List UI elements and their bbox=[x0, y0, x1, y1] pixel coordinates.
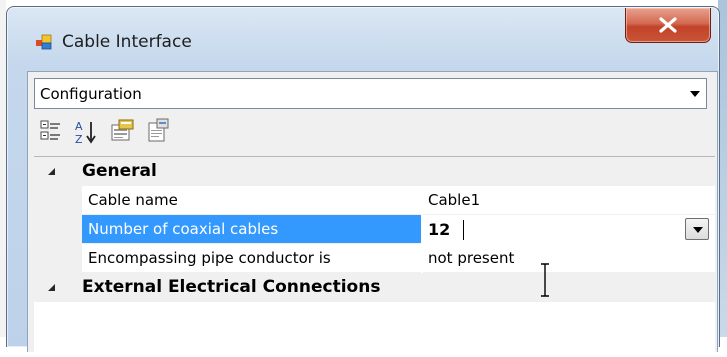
property-name: Cable name bbox=[82, 186, 421, 215]
window-title: Cable Interface bbox=[62, 32, 192, 52]
property-row-cable-name[interactable]: Cable name Cable1 bbox=[34, 186, 715, 215]
collapse-triangle-icon[interactable] bbox=[48, 168, 55, 175]
object-selector-dropdown[interactable]: Configuration bbox=[34, 78, 707, 109]
close-button[interactable] bbox=[625, 8, 711, 43]
property-name: Number of coaxial cables bbox=[82, 215, 421, 244]
property-value[interactable]: Cable1 bbox=[423, 186, 715, 215]
chevron-down-icon bbox=[693, 227, 703, 233]
categorized-button[interactable] bbox=[40, 118, 66, 148]
collapse-triangle-icon[interactable] bbox=[48, 284, 55, 291]
sort-alphabetical-button[interactable]: A Z bbox=[74, 118, 100, 148]
property-value[interactable]: not present bbox=[423, 244, 715, 273]
chevron-down-icon bbox=[690, 91, 700, 97]
properties-icon bbox=[111, 119, 134, 141]
svg-text:A: A bbox=[75, 120, 83, 133]
cable-interface-window: Cable Interface Configuration A Z Genera… bbox=[6, 6, 720, 357]
app-icon bbox=[36, 34, 52, 50]
property-grid-toolbar: A Z bbox=[40, 118, 340, 150]
property-pages-button[interactable] bbox=[146, 118, 172, 148]
client-area: Configuration A Z General Cable name Cab… bbox=[27, 71, 718, 357]
row-gutter bbox=[34, 215, 82, 244]
property-row-encompassing-pipe-conductor[interactable]: Encompassing pipe conductor is not prese… bbox=[34, 244, 715, 273]
property-name: Encompassing pipe conductor is bbox=[82, 244, 421, 273]
close-icon bbox=[659, 17, 677, 33]
property-grid: General Cable name Cable1 Number of coax… bbox=[34, 156, 715, 357]
sort-alphabetical-icon: A Z bbox=[75, 120, 96, 146]
category-general[interactable]: General bbox=[34, 157, 715, 186]
svg-text:Z: Z bbox=[75, 133, 83, 146]
row-gutter bbox=[34, 186, 82, 215]
object-selector-value: Configuration bbox=[40, 85, 142, 103]
property-value-editor[interactable]: 12 bbox=[423, 215, 715, 244]
value-dropdown-button[interactable] bbox=[685, 218, 709, 240]
category-external-electrical-connections[interactable]: External Electrical Connections bbox=[34, 273, 715, 302]
row-gutter bbox=[34, 244, 82, 273]
property-value-input[interactable]: 12 bbox=[428, 215, 450, 244]
category-label: External Electrical Connections bbox=[82, 277, 381, 297]
property-pages-icon bbox=[148, 118, 169, 142]
category-label: General bbox=[82, 161, 157, 181]
title-bar[interactable]: Cable Interface bbox=[7, 7, 719, 69]
property-row-number-of-coaxial-cables[interactable]: Number of coaxial cables 12 bbox=[34, 215, 715, 244]
properties-button[interactable] bbox=[110, 118, 136, 148]
categorized-icon bbox=[40, 120, 60, 140]
text-caret bbox=[463, 220, 464, 240]
ibeam-cursor-icon bbox=[539, 263, 551, 301]
